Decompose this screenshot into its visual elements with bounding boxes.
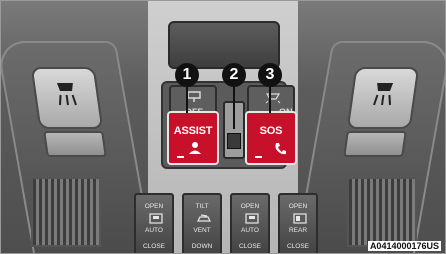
assist-button[interactable]: ASSIST [167,111,219,165]
lamp-icon [373,83,394,106]
center-dome-switch[interactable] [227,133,241,149]
tilt-vent-switch[interactable]: TILT VENT DOWN [182,193,222,253]
lamp-icon [56,83,77,106]
sunroof-icon [245,213,259,224]
callout-2-leader [233,87,235,129]
switch-bottom-label: CLOSE [286,243,310,250]
console-cover [168,21,280,69]
callout-3-leader [269,87,271,113]
sunroof-switch-2[interactable]: OPEN AUTO CLOSE [230,193,270,253]
callout-1: 1 [175,63,199,87]
switch-top-label: OPEN [240,203,260,210]
overhead-console-illustration: OFF ON ASSIST SOS 1 2 3 OPEN [0,0,446,254]
callout-2: 2 [222,63,246,87]
left-vent-grille [31,177,101,247]
switch-bottom-label: DOWN [191,243,213,250]
right-lamp-trim [343,131,407,157]
switch-top-label: OPEN [288,203,308,210]
indicator-dash [255,156,262,158]
rear-shade-icon [293,213,307,224]
switch-middle-label: REAR [288,227,308,234]
sos-button[interactable]: SOS [245,111,297,165]
switch-middle-label: AUTO [241,227,259,234]
callout-1-leader [186,87,188,113]
assist-person-icon [189,142,201,154]
sunroof-icon [149,213,163,224]
left-map-lamp[interactable] [30,67,104,129]
right-vent-grille [347,177,417,247]
sunroof-switch-1[interactable]: OPEN AUTO CLOSE [134,193,174,253]
switch-top-label: OPEN [144,203,164,210]
phone-icon [275,143,286,155]
car-vent-icon [197,214,211,222]
switch-bottom-label: CLOSE [238,243,262,250]
assist-label: ASSIST [173,125,213,137]
switch-middle-label: VENT [193,227,211,234]
sos-label: SOS [259,125,283,137]
switch-bottom-label: CLOSE [142,243,166,250]
indicator-dash [177,156,184,158]
dome-light-icon [187,91,201,102]
right-map-lamp[interactable] [346,67,420,129]
rear-shade-switch[interactable]: OPEN REAR CLOSE [278,193,318,253]
figure-reference-code: A0414000176US [367,241,441,251]
callout-3: 3 [258,63,282,87]
dome-light-on-icon [265,93,281,104]
switch-top-label: TILT [195,203,209,210]
left-lamp-trim [43,131,107,157]
switch-middle-label: AUTO [145,227,163,234]
